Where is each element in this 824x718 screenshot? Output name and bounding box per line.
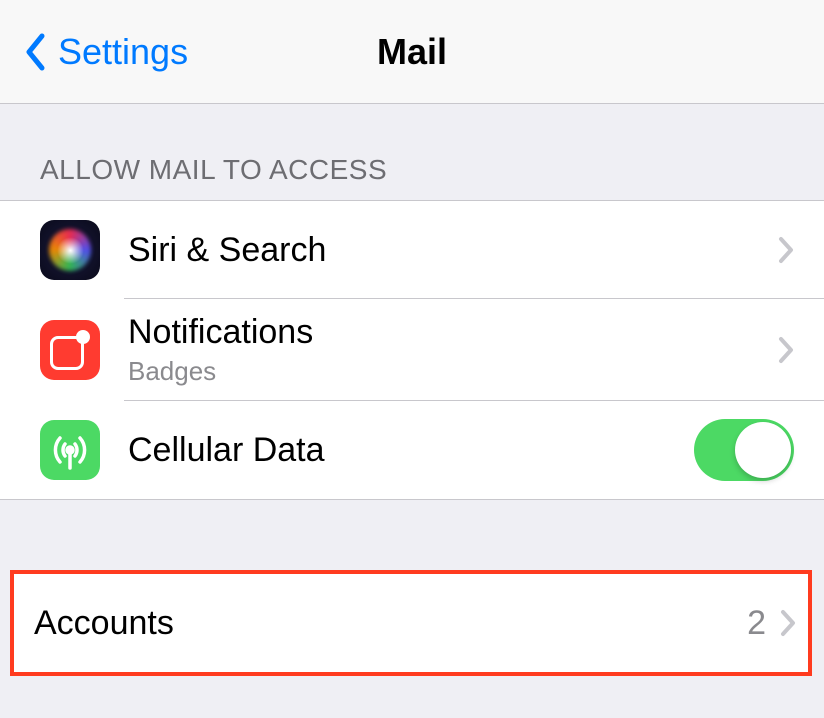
navigation-bar: Settings Mail	[0, 0, 824, 104]
notifications-row[interactable]: Notifications Badges	[0, 299, 824, 401]
accounts-count: 2	[747, 604, 766, 643]
accounts-group: Accounts 2	[10, 570, 812, 676]
chevron-right-icon	[780, 609, 796, 637]
siri-search-label: Siri & Search	[128, 231, 778, 270]
page-title: Mail	[377, 31, 447, 73]
accounts-label: Accounts	[34, 604, 747, 643]
access-group: Siri & Search Notifications Badges	[0, 200, 824, 500]
section-header-allow-access: ALLOW MAIL TO ACCESS	[0, 104, 824, 200]
cellular-data-row: Cellular Data	[0, 401, 824, 499]
notifications-subtitle: Badges	[128, 356, 778, 387]
siri-icon	[40, 220, 100, 280]
siri-search-row[interactable]: Siri & Search	[0, 201, 824, 299]
chevron-right-icon	[778, 236, 794, 264]
cellular-data-switch[interactable]	[694, 419, 794, 481]
chevron-right-icon	[778, 336, 794, 364]
chevron-left-icon	[24, 33, 46, 71]
cellular-data-label: Cellular Data	[128, 431, 694, 470]
notifications-icon	[40, 320, 100, 380]
notifications-label: Notifications	[128, 313, 778, 352]
accounts-row[interactable]: Accounts 2	[14, 574, 808, 672]
back-button[interactable]: Settings	[0, 31, 188, 73]
back-label: Settings	[58, 31, 188, 73]
cellular-icon	[40, 420, 100, 480]
